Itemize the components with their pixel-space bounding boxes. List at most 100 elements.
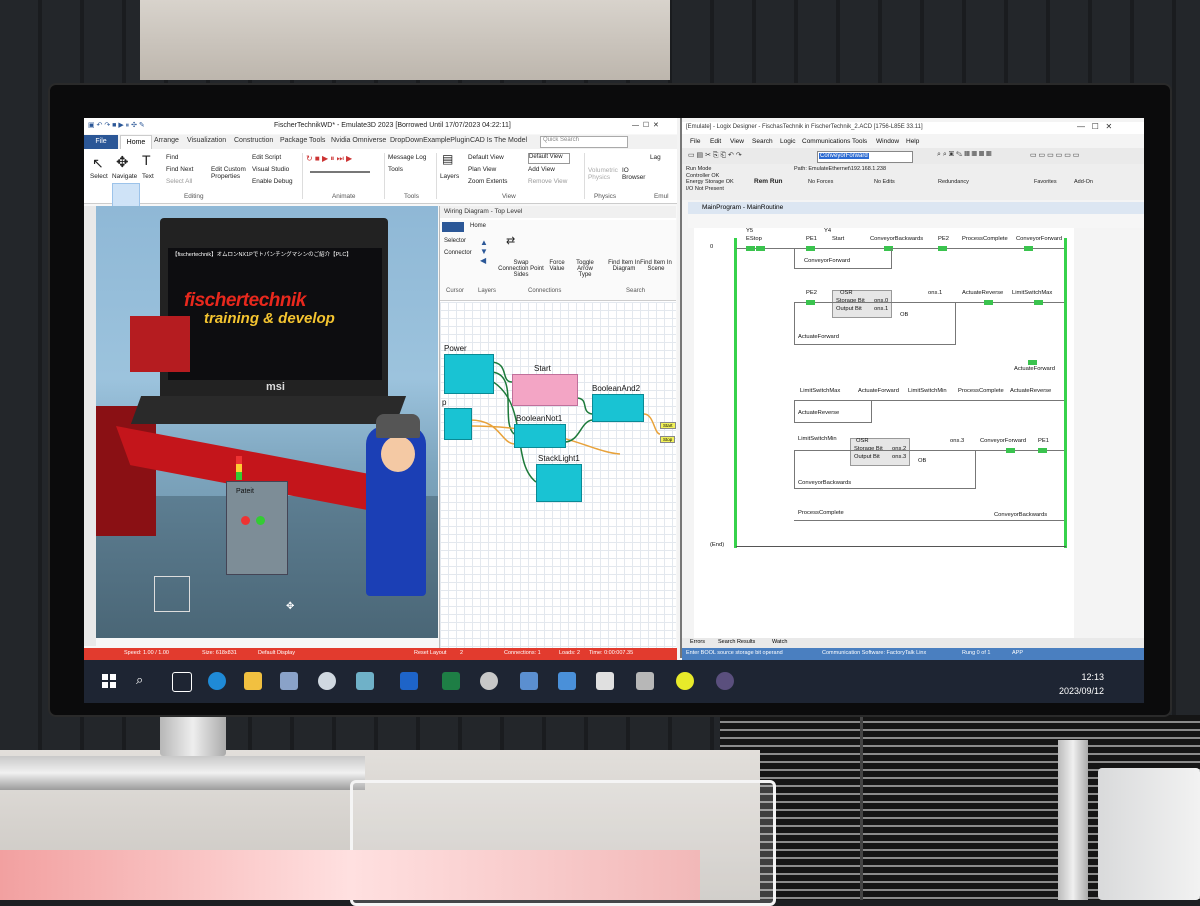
menu-help[interactable]: Help xyxy=(906,138,919,145)
contact-estop[interactable] xyxy=(746,246,755,251)
calculator-icon[interactable] xyxy=(280,672,298,690)
contact-pe2[interactable] xyxy=(938,246,947,251)
contact-act-rev[interactable] xyxy=(984,300,993,305)
task-view-icon[interactable] xyxy=(172,672,192,692)
layers-button[interactable]: Layers xyxy=(440,173,459,180)
block-stacklight[interactable] xyxy=(536,464,582,502)
wiring-tab-home[interactable]: Home xyxy=(470,223,486,229)
io-browser-button[interactable]: IO Browser xyxy=(622,167,646,181)
app-icon[interactable] xyxy=(480,672,498,690)
excel-icon[interactable] xyxy=(442,672,460,690)
errors-tab[interactable]: Errors xyxy=(690,639,705,645)
app-icon[interactable] xyxy=(676,672,694,690)
routine-tab[interactable]: MainProgram - MainRoutine xyxy=(688,202,1144,214)
find-in-scene-button[interactable]: Find Item In Scene xyxy=(640,260,672,272)
animate-controls[interactable]: ↻ ■ ▶ ⏸ ⏭ ▶ xyxy=(306,154,352,164)
view-select[interactable]: Default View xyxy=(528,153,570,164)
add-on-tab[interactable]: Add-On xyxy=(1074,179,1093,185)
logix-window-controls[interactable]: — ☐ ✕ xyxy=(1077,122,1112,131)
enable-debug-button[interactable]: Enable Debug xyxy=(252,178,293,185)
find-next-button[interactable]: Find Next xyxy=(166,166,193,173)
contact-lim-max[interactable] xyxy=(1034,300,1043,305)
tab-home[interactable]: Home xyxy=(120,135,152,150)
add-view-button[interactable]: Add View xyxy=(528,166,555,173)
tab-package-tools[interactable]: Package Tools xyxy=(280,137,325,144)
toolbar-icons-3[interactable]: ▭ ▭ ▭ ▭ ▭ ▭ xyxy=(1030,151,1079,159)
app-icon[interactable] xyxy=(636,672,654,690)
display-status[interactable]: Default Display xyxy=(258,650,295,656)
connector-button[interactable]: Connector xyxy=(444,250,472,256)
contact-conv-fwd[interactable] xyxy=(1006,448,1015,453)
reset-layout-button[interactable]: Reset Layout xyxy=(414,650,446,656)
find-button[interactable]: Find xyxy=(166,154,178,161)
block-booleannot[interactable] xyxy=(514,424,566,448)
contact-pe1-r3[interactable] xyxy=(1038,448,1047,453)
app-icon[interactable] xyxy=(596,672,614,690)
tab-cad-is-the-model[interactable]: CAD Is The Model xyxy=(470,137,527,144)
selector-button[interactable]: Selector xyxy=(444,238,466,244)
search-combo[interactable]: ConveyorForward xyxy=(817,151,913,163)
toolbar-icons-2[interactable]: ⌕ ⌕ ▣ ✎ ▦ ▦ ▦ ▦ xyxy=(937,151,991,159)
message-log-button[interactable]: Message Log xyxy=(388,154,426,161)
coil-conv-fwd[interactable] xyxy=(1024,246,1033,251)
menu-tools[interactable]: Tools xyxy=(852,138,867,145)
favorites-tab[interactable]: Favorites xyxy=(1034,179,1057,185)
edit-custom-properties-button[interactable]: Edit Custom Properties xyxy=(211,166,251,180)
force-value-button[interactable]: Force Value xyxy=(548,260,566,272)
volumetric-physics-button[interactable]: Volumetric Physics xyxy=(588,167,618,181)
watch-tab[interactable]: Watch xyxy=(772,639,787,645)
find-in-diagram-button[interactable]: Find Item In Diagram xyxy=(608,260,640,272)
tab-file[interactable]: File xyxy=(84,135,118,149)
menu-edit[interactable]: Edit xyxy=(710,138,721,145)
ladder-editor[interactable]: 0 Y5 Y4 EStop PE1 Start ConveyorBackward… xyxy=(694,228,1074,638)
app-icon[interactable] xyxy=(318,672,336,690)
coil-act-fwd[interactable] xyxy=(1028,360,1037,365)
block-power[interactable] xyxy=(444,354,494,394)
select-all-button[interactable]: Select All xyxy=(166,178,192,185)
file-explorer-icon[interactable] xyxy=(244,672,262,690)
tab-dropdown-plugin[interactable]: DropDownExamplePlugin xyxy=(390,137,470,144)
toggle-arrow-button[interactable]: Toggle Arrow Type xyxy=(570,260,600,278)
speed-slider[interactable] xyxy=(310,171,370,173)
text-button[interactable]: Text xyxy=(142,173,154,180)
app-icon[interactable] xyxy=(520,672,538,690)
default-view-button[interactable]: Default View xyxy=(468,154,504,161)
plan-view-button[interactable]: Plan View xyxy=(468,166,496,173)
layer-arrows-icon[interactable]: ▲ ▼ ◀ xyxy=(480,238,488,265)
outlook-icon[interactable] xyxy=(400,672,418,690)
quick-search-input[interactable]: Quick Search xyxy=(540,136,628,148)
block-start[interactable] xyxy=(512,374,578,406)
side-toolstrip[interactable] xyxy=(84,206,96,646)
search-results-tab[interactable]: Search Results xyxy=(718,639,755,645)
search-icon[interactable]: ⌕ xyxy=(136,672,154,690)
menu-view[interactable]: View xyxy=(730,138,744,145)
menu-logic[interactable]: Logic xyxy=(780,138,796,145)
menu-file[interactable]: File xyxy=(690,138,700,145)
tab-arrange[interactable]: Arrange xyxy=(154,137,179,144)
window-controls[interactable]: — ☐ ✕ xyxy=(632,121,659,129)
menu-search[interactable]: Search xyxy=(752,138,773,145)
taskbar-clock[interactable]: 12:13 xyxy=(1052,672,1104,682)
wiring-canvas[interactable]: Power p Start BooleanAnd2 BooleanNot1 St… xyxy=(440,302,676,654)
tab-nvidia-omniverse[interactable]: Nvidia Omniverse xyxy=(331,137,386,144)
view-cube-icon[interactable] xyxy=(154,576,190,612)
block-p[interactable] xyxy=(444,408,472,440)
app-icon[interactable] xyxy=(356,672,374,690)
visual-studio-button[interactable]: Visual Studio xyxy=(252,166,289,173)
windows-start-icon[interactable] xyxy=(100,672,118,690)
remove-view-button[interactable]: Remove View xyxy=(528,178,567,185)
wiring-file-tab[interactable] xyxy=(442,222,464,232)
taskbar-date[interactable]: 2023/09/12 xyxy=(1032,686,1104,696)
menu-communications[interactable]: Communications xyxy=(802,138,850,145)
quick-access-toolbar[interactable]: ▣ ↶ ↷ ■ ▶ ⏸ ✣ ✎ xyxy=(88,121,145,130)
zoom-extents-button[interactable]: Zoom Extents xyxy=(468,178,507,185)
ladder-toolbar[interactable] xyxy=(688,214,1144,228)
select-button[interactable]: Select xyxy=(90,173,108,180)
block-booleanand[interactable] xyxy=(592,394,644,422)
app-icon[interactable] xyxy=(558,672,576,690)
edge-icon[interactable] xyxy=(208,672,226,690)
toolbar-icons[interactable]: ▭ ▤ ✂ ⎘ ⎗ ↶ ↷ xyxy=(688,151,742,160)
3d-viewport[interactable]: 【fischertechnik】オムロンNX1Pでトパンチングマシンのご紹介【P… xyxy=(96,206,438,638)
tools-button[interactable]: Tools xyxy=(388,166,403,173)
swap-connection-button[interactable]: Swap Connection Point Sides xyxy=(498,260,544,278)
